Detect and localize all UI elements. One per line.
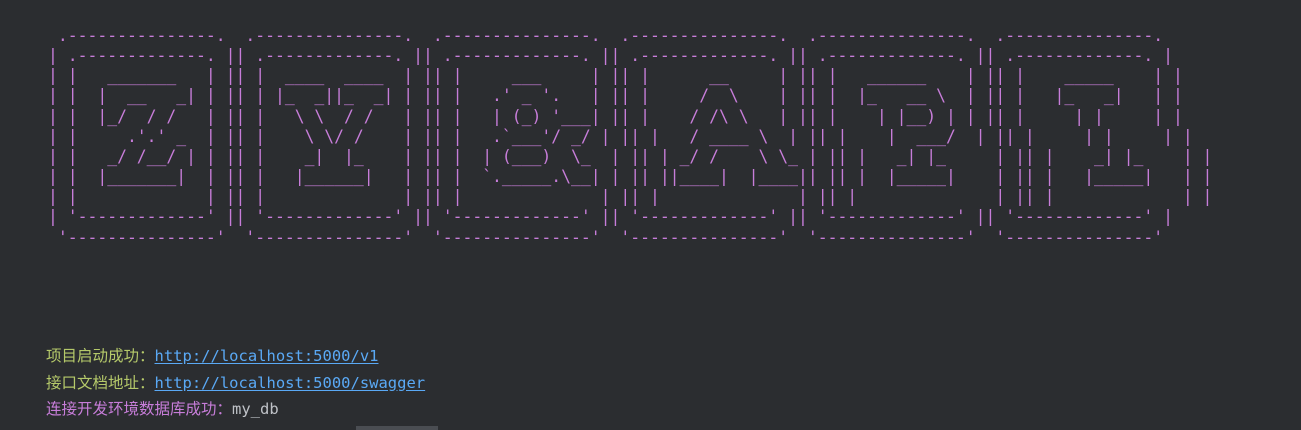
docs-label: 接口文档地址： [46, 373, 155, 392]
log-output: 项目启动成功：http://localhost:5000/v1 接口文档地址：h… [46, 345, 425, 425]
database-name: my_db [232, 400, 279, 418]
editor-gutter [0, 0, 41, 430]
log-line-docs: 接口文档地址：http://localhost:5000/swagger [46, 372, 425, 399]
swagger-url-link[interactable]: http://localhost:5000/swagger [155, 374, 426, 392]
api-url-link[interactable]: http://localhost:5000/v1 [155, 347, 379, 365]
horizontal-scrollbar[interactable] [356, 426, 438, 430]
ascii-art-banner: .---------------. .---------------. .---… [48, 26, 1213, 247]
log-line-startup: 项目启动成功：http://localhost:5000/v1 [46, 345, 425, 372]
database-label: 连接开发环境数据库成功： [46, 400, 233, 418]
log-line-database: 连接开发环境数据库成功：my_db [46, 398, 425, 425]
startup-label: 项目启动成功： [46, 347, 155, 365]
